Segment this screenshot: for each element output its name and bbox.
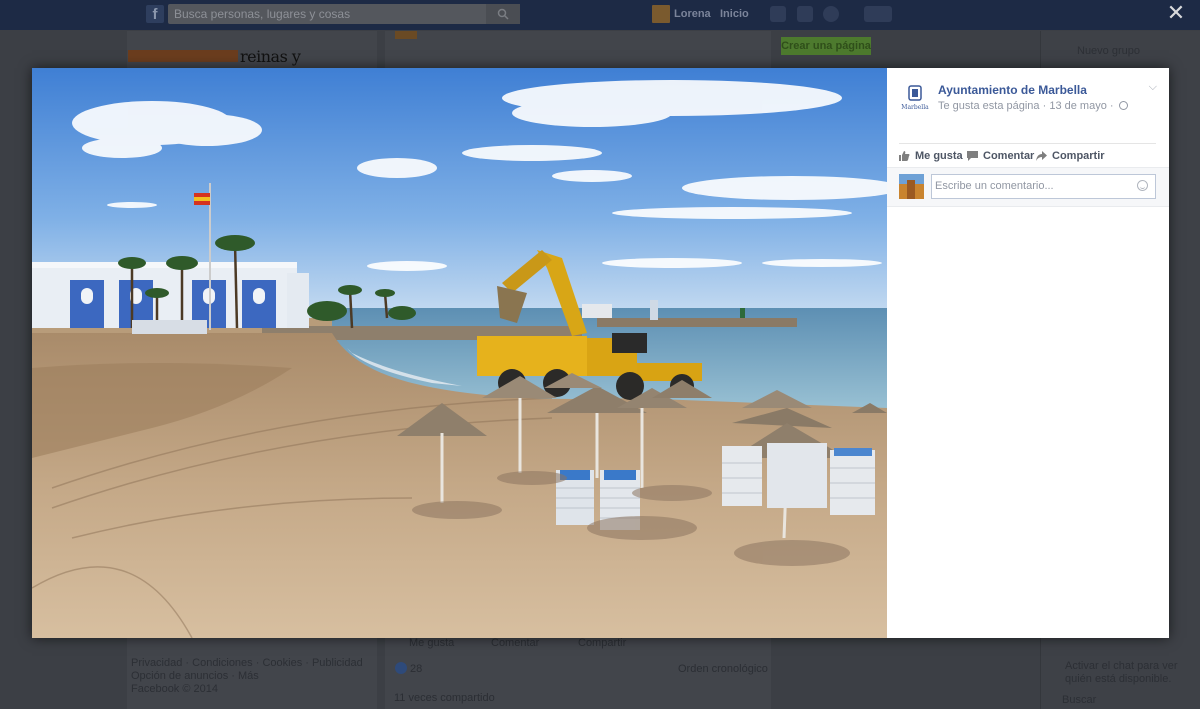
comment-icon: [967, 151, 978, 161]
share-button[interactable]: Compartir: [1036, 150, 1105, 162]
post-thumbnail: [395, 31, 417, 39]
notifications-icon[interactable]: [823, 6, 839, 22]
home-link[interactable]: Inicio: [720, 8, 749, 20]
search-icon[interactable]: [486, 4, 520, 24]
share-arrow-icon: [1036, 151, 1047, 161]
comment-composer: Escribe un comentario...: [887, 167, 1169, 207]
footer-links-1[interactable]: Privacidad · Condiciones · Cookies · Pub…: [131, 657, 363, 670]
bg-share-link[interactable]: Compartir: [578, 637, 626, 649]
shares-count[interactable]: 11 veces compartido: [394, 692, 495, 704]
photo-illustration: [32, 68, 887, 638]
search-input[interactable]: Busca personas, lugares y cosas: [168, 4, 520, 24]
thumbs-up-icon: [899, 151, 910, 161]
like-button[interactable]: Me gusta: [899, 150, 963, 162]
page-name-link[interactable]: Ayuntamiento de Marbella: [938, 83, 1087, 97]
svg-text:Marbella: Marbella: [901, 104, 929, 111]
emoji-icon[interactable]: [1137, 180, 1148, 191]
top-navigation-bar: f Busca personas, lugares y cosas Lorena…: [0, 0, 1200, 30]
friend-requests-icon[interactable]: [770, 6, 786, 22]
likes-count[interactable]: 28: [410, 663, 422, 675]
create-page-button[interactable]: Crear una página: [781, 37, 871, 55]
meta-separator: ·: [1109, 100, 1117, 112]
liked-status[interactable]: Te gusta esta página: [938, 100, 1040, 112]
banner-stripe: [128, 50, 238, 62]
facebook-logo[interactable]: f: [146, 5, 164, 23]
post-date[interactable]: 13 de mayo: [1049, 100, 1106, 112]
post-actions: Me gusta Comentar Compartir: [899, 143, 1156, 167]
footer-copyright: Facebook © 2014: [131, 683, 218, 695]
page-logo[interactable]: Marbella: [901, 84, 929, 112]
settings-dropdown-icon[interactable]: [864, 6, 892, 22]
banner-ad[interactable]: reinas y damas: [128, 47, 342, 85]
globe-icon[interactable]: [1118, 101, 1128, 110]
messages-icon[interactable]: [797, 6, 813, 22]
chevron-down-icon[interactable]: ⌵: [1149, 81, 1157, 94]
chat-search-input[interactable]: Buscar: [1062, 694, 1096, 707]
comment-placeholder: Escribe un comentario...: [935, 180, 1054, 192]
comment-input[interactable]: Escribe un comentario...: [931, 174, 1156, 199]
share-label: Compartir: [1052, 150, 1105, 162]
new-group-link[interactable]: Nuevo grupo: [1077, 45, 1140, 58]
user-name-link[interactable]: Lorena: [674, 8, 711, 20]
footer-links-2[interactable]: Opción de anuncios · Más: [131, 670, 259, 683]
like-label: Me gusta: [915, 150, 963, 162]
post-sidebar: Marbella Ayuntamiento de Marbella Te gus…: [887, 68, 1169, 638]
post-meta: Te gusta esta página · 13 de mayo ·: [938, 100, 1128, 112]
chat-status-text[interactable]: Activar el chat para ver quién está disp…: [1065, 660, 1190, 686]
bg-like-link[interactable]: Me gusta: [409, 637, 454, 649]
photo-lightbox: Marbella Ayuntamiento de Marbella Te gus…: [32, 68, 1169, 638]
like-count-icon: [395, 662, 407, 674]
commenter-avatar: [899, 174, 924, 199]
close-icon[interactable]: ✕: [1162, 0, 1190, 26]
comment-button[interactable]: Comentar: [967, 150, 1034, 162]
beach-photo[interactable]: [32, 68, 887, 638]
comment-label: Comentar: [983, 150, 1035, 162]
order-dropdown[interactable]: Orden cronológico: [678, 663, 768, 675]
user-avatar[interactable]: [652, 5, 670, 23]
bg-comment-link[interactable]: Comentar: [491, 637, 539, 649]
